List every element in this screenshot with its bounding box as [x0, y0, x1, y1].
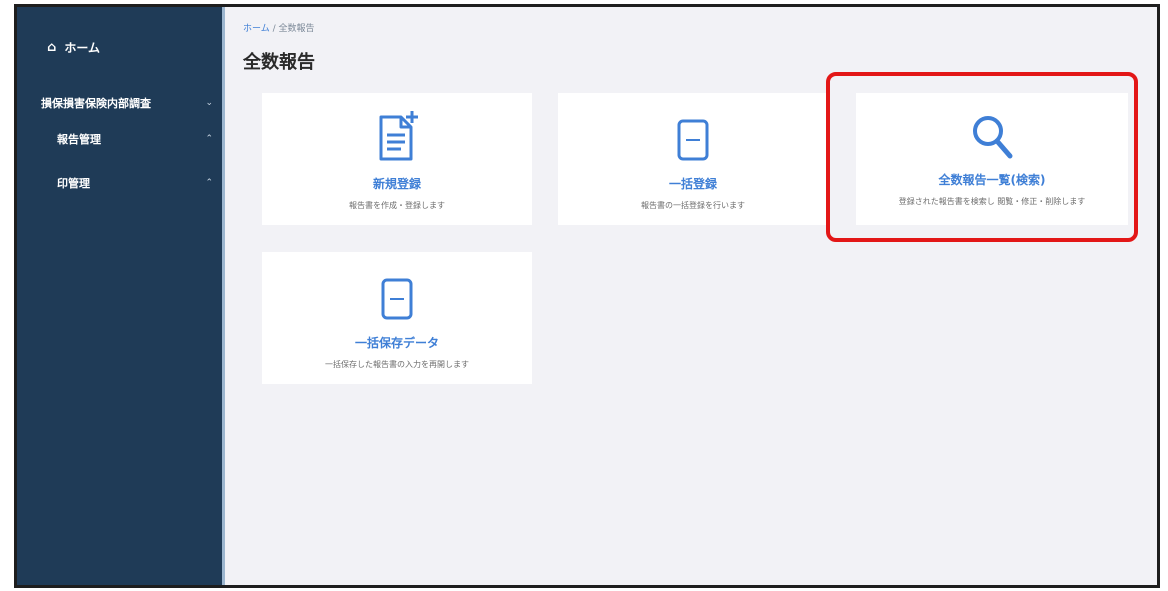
page-title: 全数報告 — [243, 52, 315, 73]
search-icon — [973, 116, 1013, 159]
sidebar-home-label: ホーム — [64, 41, 100, 55]
sidebar-section-header[interactable]: 損保損害保険内部調査 ⌄ — [41, 95, 213, 111]
new-registration-card[interactable]: 新規登録 報告書を作成・登録します — [262, 93, 532, 225]
card-description: 一括保存した報告書の入力を再開します — [325, 360, 469, 369]
breadcrumb-separator: / — [272, 24, 276, 34]
sidebar: ⌂ ホーム 損保損害保険内部調査 ⌄ 報告管理 ⌃ 印管理 ⌃ — [17, 7, 225, 585]
saved-bulk-data-card[interactable]: 一括保存データ 一括保存した報告書の入力を再開します — [262, 252, 532, 384]
new-document-icon — [379, 111, 418, 161]
bulk-registration-card[interactable]: 一括登録 報告書の一括登録を行います — [558, 93, 828, 225]
main-content: ホーム / 全数報告 全数報告 新規登録 報告書を作成・登録します 一括登録 報… — [228, 7, 1157, 585]
app-window: ⌂ ホーム 損保損害保険内部調査 ⌄ 報告管理 ⌃ 印管理 ⌃ ホーム / 全数… — [14, 4, 1160, 588]
card-title: 一括保存データ — [354, 336, 439, 350]
home-icon: ⌂ — [47, 40, 57, 55]
sidebar-item-report-management[interactable]: 報告管理 ⌃ — [57, 131, 213, 147]
breadcrumb: ホーム / 全数報告 — [243, 21, 315, 34]
sidebar-item-home[interactable]: ⌂ ホーム — [47, 39, 100, 56]
chevron-down-icon: ⌄ — [205, 98, 213, 108]
report-list-search-card[interactable]: 全数報告一覧(検索) 登録された報告書を検索し 閲覧・修正・削除します — [856, 93, 1128, 225]
card-description: 報告書を作成・登録します — [349, 201, 445, 210]
chevron-up-icon: ⌃ — [205, 178, 213, 188]
breadcrumb-current: 全数報告 — [278, 24, 315, 34]
card-title: 新規登録 — [372, 177, 421, 191]
card-title: 全数報告一覧(検索) — [938, 173, 1046, 187]
card-description: 報告書の一括登録を行います — [641, 201, 745, 210]
sidebar-section-label: 損保損害保険内部調査 — [41, 97, 151, 110]
sidebar-item-seal-management[interactable]: 印管理 ⌃ — [57, 175, 213, 191]
chevron-up-icon: ⌃ — [205, 134, 213, 144]
sidebar-item-label: 報告管理 — [57, 133, 101, 146]
document-icon — [677, 119, 709, 161]
document-icon — [381, 278, 413, 320]
sidebar-item-label: 印管理 — [57, 177, 90, 190]
breadcrumb-home-link[interactable]: ホーム — [243, 24, 270, 34]
card-title: 一括登録 — [668, 177, 717, 191]
card-description: 登録された報告書を検索し 閲覧・修正・削除します — [898, 197, 1086, 206]
